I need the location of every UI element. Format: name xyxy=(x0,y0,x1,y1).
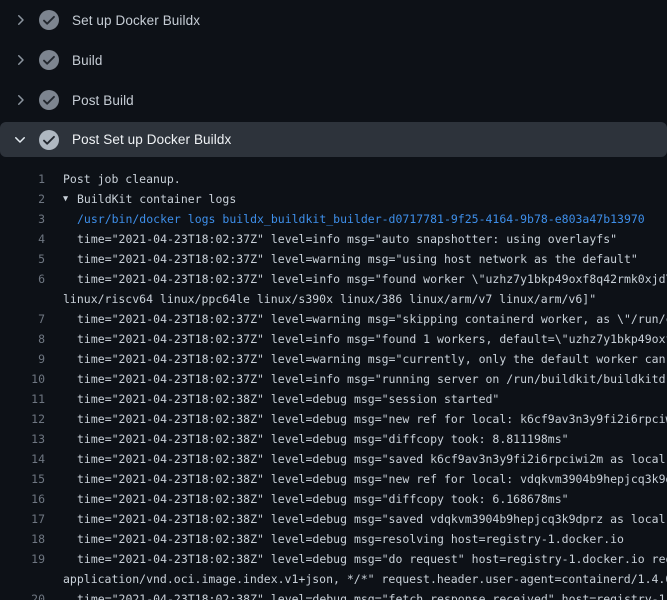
log-line: 6 time="2021-04-23T18:02:37Z" level=info… xyxy=(0,269,667,289)
log-line-text: BuildKit container logs xyxy=(77,189,236,209)
log-line: 1 Post job cleanup. xyxy=(0,169,667,189)
log-line-text: time="2021-04-23T18:02:38Z" level=debug … xyxy=(77,409,667,429)
log-line: 17 time="2021-04-23T18:02:38Z" level=deb… xyxy=(0,509,667,529)
log-line: 13 time="2021-04-23T18:02:38Z" level=deb… xyxy=(0,429,667,449)
log-line-number[interactable]: 9 xyxy=(0,349,45,369)
check-circle-icon xyxy=(39,90,59,110)
log-line-text: time="2021-04-23T18:02:38Z" level=debug … xyxy=(77,589,667,600)
log-line-number[interactable]: 4 xyxy=(0,229,45,249)
log-line-text: time="2021-04-23T18:02:37Z" level=warnin… xyxy=(77,249,638,269)
log-line: 4 time="2021-04-23T18:02:37Z" level=info… xyxy=(0,229,667,249)
log-line-text: time="2021-04-23T18:02:37Z" level=warnin… xyxy=(77,309,667,329)
step-row[interactable]: Post Build xyxy=(0,80,667,120)
log-line: 19 time="2021-04-23T18:02:38Z" level=deb… xyxy=(0,549,667,569)
log-line-number[interactable]: 11 xyxy=(0,389,45,409)
log-line-number[interactable]: 3 xyxy=(0,209,45,229)
check-circle-icon xyxy=(39,10,59,30)
log-line: application/vnd.oci.image.index.v1+json,… xyxy=(0,569,667,589)
log-group-toggle-icon[interactable]: ▼ xyxy=(63,189,77,209)
log-line-number[interactable]: 2 xyxy=(0,189,45,209)
log-line-text: time="2021-04-23T18:02:38Z" level=debug … xyxy=(77,529,624,549)
log-line-text: /usr/bin/docker logs buildx_buildkit_bui… xyxy=(77,209,645,229)
log-line: 5 time="2021-04-23T18:02:37Z" level=warn… xyxy=(0,249,667,269)
log-line-text: Post job cleanup. xyxy=(63,169,181,189)
check-circle-icon xyxy=(39,130,59,150)
log-line-number xyxy=(0,289,45,309)
log-line-number[interactable]: 7 xyxy=(0,309,45,329)
log-line-number[interactable]: 20 xyxy=(0,589,45,600)
log-line-text: time="2021-04-23T18:02:38Z" level=debug … xyxy=(77,389,499,409)
log-line-number[interactable]: 5 xyxy=(0,249,45,269)
log-line: 15 time="2021-04-23T18:02:38Z" level=deb… xyxy=(0,469,667,489)
log-line-number[interactable]: 17 xyxy=(0,509,45,529)
log-line: 20 time="2021-04-23T18:02:38Z" level=deb… xyxy=(0,589,667,600)
chevron-right-icon xyxy=(12,52,28,68)
step-row[interactable]: Set up Docker Buildx xyxy=(0,0,667,40)
actions-log-viewer: Set up Docker Buildx Build Post Build xyxy=(0,0,667,600)
log-line-number[interactable]: 16 xyxy=(0,489,45,509)
steps-list: Set up Docker Buildx Build Post Build xyxy=(0,0,667,157)
log-line-number[interactable]: 6 xyxy=(0,269,45,289)
check-circle-icon xyxy=(39,50,59,70)
log-line-number[interactable]: 15 xyxy=(0,469,45,489)
log-line-number[interactable]: 14 xyxy=(0,449,45,469)
log-line: 8 time="2021-04-23T18:02:37Z" level=info… xyxy=(0,329,667,349)
step-label: Set up Docker Buildx xyxy=(72,13,200,28)
log-line-number[interactable]: 12 xyxy=(0,409,45,429)
log-line: 18 time="2021-04-23T18:02:38Z" level=deb… xyxy=(0,529,667,549)
log-line-text: time="2021-04-23T18:02:38Z" level=debug … xyxy=(77,489,569,509)
log-area: 1 Post job cleanup. 2 ▼ BuildKit contain… xyxy=(0,157,667,600)
log-line-number[interactable]: 1 xyxy=(0,169,45,189)
log-line-text: linux/riscv64 linux/ppc64le linux/s390x … xyxy=(63,289,596,309)
step-label: Post Build xyxy=(72,93,134,108)
step-row[interactable]: Post Set up Docker Buildx xyxy=(0,122,667,157)
log-line-number[interactable]: 8 xyxy=(0,329,45,349)
log-line-text: application/vnd.oci.image.index.v1+json,… xyxy=(63,569,667,589)
chevron-down-icon xyxy=(12,132,28,148)
log-line: 12 time="2021-04-23T18:02:38Z" level=deb… xyxy=(0,409,667,429)
step-label: Build xyxy=(72,53,103,68)
log-line: 14 time="2021-04-23T18:02:38Z" level=deb… xyxy=(0,449,667,469)
log-line-text: time="2021-04-23T18:02:38Z" level=debug … xyxy=(77,449,667,469)
log-line-text: time="2021-04-23T18:02:38Z" level=debug … xyxy=(77,429,569,449)
log-line-number[interactable]: 18 xyxy=(0,529,45,549)
log-line-number[interactable]: 19 xyxy=(0,549,45,569)
log-line: 11 time="2021-04-23T18:02:38Z" level=deb… xyxy=(0,389,667,409)
log-line-number[interactable]: 13 xyxy=(0,429,45,449)
log-line-text: time="2021-04-23T18:02:37Z" level=warnin… xyxy=(77,349,667,369)
log-line: 7 time="2021-04-23T18:02:37Z" level=warn… xyxy=(0,309,667,329)
log-line-text: time="2021-04-23T18:02:38Z" level=debug … xyxy=(77,509,667,529)
log-line: 9 time="2021-04-23T18:02:37Z" level=warn… xyxy=(0,349,667,369)
step-label: Post Set up Docker Buildx xyxy=(72,132,231,147)
log-line-number[interactable]: 10 xyxy=(0,369,45,389)
chevron-right-icon xyxy=(12,12,28,28)
chevron-right-icon xyxy=(12,92,28,108)
step-row[interactable]: Build xyxy=(0,40,667,80)
log-line-text: time="2021-04-23T18:02:38Z" level=debug … xyxy=(77,549,667,569)
log-line: 16 time="2021-04-23T18:02:38Z" level=deb… xyxy=(0,489,667,509)
log-line-text: time="2021-04-23T18:02:37Z" level=info m… xyxy=(77,329,667,349)
log-line-text: time="2021-04-23T18:02:37Z" level=info m… xyxy=(77,229,617,249)
log-line: linux/riscv64 linux/ppc64le linux/s390x … xyxy=(0,289,667,309)
log-line-text: time="2021-04-23T18:02:37Z" level=info m… xyxy=(77,369,667,389)
log-line: 2 ▼ BuildKit container logs xyxy=(0,189,667,209)
log-line-text: time="2021-04-23T18:02:37Z" level=info m… xyxy=(77,269,667,289)
log-line-number xyxy=(0,569,45,589)
log-line: 10 time="2021-04-23T18:02:37Z" level=inf… xyxy=(0,369,667,389)
log-line: 3 /usr/bin/docker logs buildx_buildkit_b… xyxy=(0,209,667,229)
log-line-text: time="2021-04-23T18:02:38Z" level=debug … xyxy=(77,469,667,489)
